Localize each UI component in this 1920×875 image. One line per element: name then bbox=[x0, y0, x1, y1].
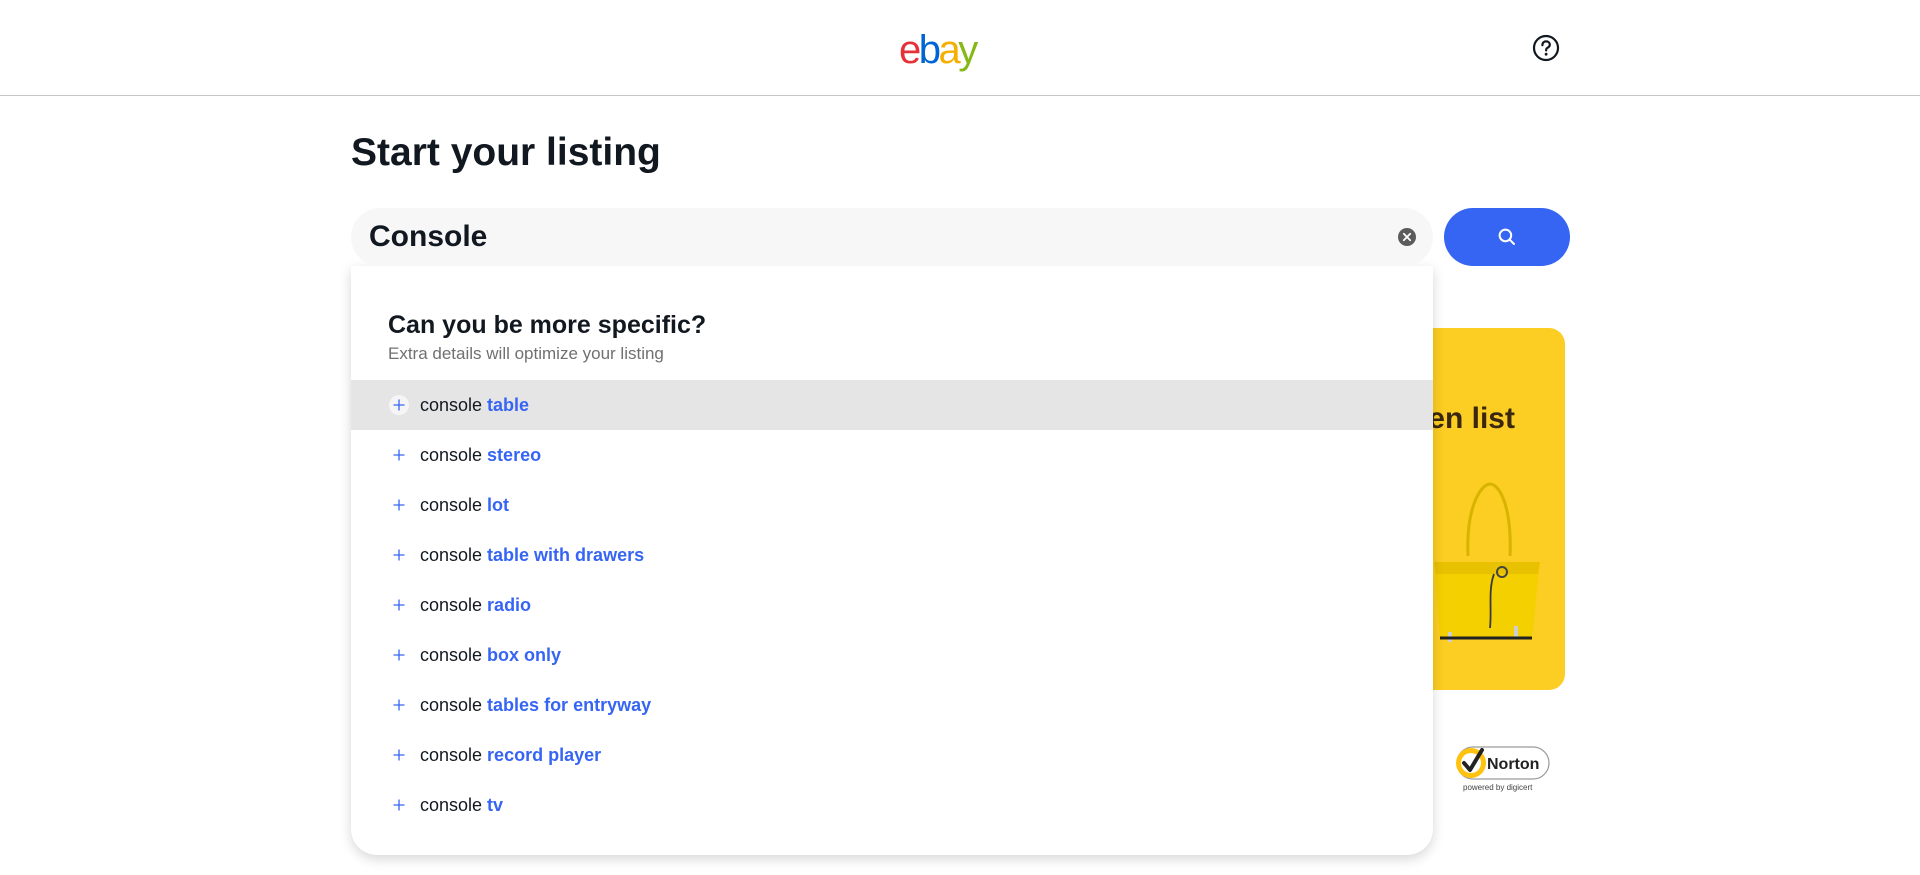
suggestion-label: console stereo bbox=[420, 444, 541, 466]
ebay-logo[interactable]: ebay bbox=[899, 28, 978, 72]
suggestion-refinement: radio bbox=[487, 595, 532, 615]
logo-letter-a: a bbox=[938, 28, 961, 72]
plus-icon bbox=[389, 595, 409, 615]
suggestion-label: console record player bbox=[420, 744, 601, 766]
plus-icon bbox=[389, 495, 409, 515]
suggestion-list: console table console stereo console lot… bbox=[351, 380, 1433, 830]
suggestion-label: console lot bbox=[420, 494, 509, 516]
search-box bbox=[351, 208, 1433, 266]
suggestion-item[interactable]: console box only bbox=[351, 630, 1433, 680]
suggestion-item[interactable]: console table bbox=[351, 380, 1433, 430]
suggestion-refinement: table with drawers bbox=[487, 545, 645, 565]
norton-wordmark: Norton bbox=[1487, 756, 1539, 773]
norton-tagline: powered by digicert bbox=[1463, 783, 1533, 792]
suggestion-label: console radio bbox=[420, 594, 531, 616]
suggestion-label: console tv bbox=[420, 794, 503, 816]
suggestion-base-term: console bbox=[420, 395, 488, 415]
suggestion-base-term: console bbox=[420, 645, 488, 665]
plus-icon bbox=[389, 395, 409, 415]
suggestion-label: console table with drawers bbox=[420, 544, 644, 566]
plus-icon bbox=[389, 545, 409, 565]
plus-icon bbox=[389, 795, 409, 815]
suggestion-base-term: console bbox=[420, 445, 488, 465]
suggestion-item[interactable]: console tv bbox=[351, 780, 1433, 830]
plus-icon bbox=[389, 645, 409, 665]
suggestion-refinement: stereo bbox=[487, 445, 542, 465]
suggestion-refinement: tables for entryway bbox=[487, 695, 652, 715]
suggestions-dropdown: Can you be more specific? Extra details … bbox=[351, 266, 1433, 855]
suggestion-item[interactable]: console table with drawers bbox=[351, 530, 1433, 580]
suggestion-label: console box only bbox=[420, 644, 561, 666]
logo-letter-y: y bbox=[958, 28, 978, 72]
dropdown-subtitle: Extra details will optimize your listing bbox=[388, 344, 664, 363]
suggestion-base-term: console bbox=[420, 795, 488, 815]
suggestion-base-term: console bbox=[420, 495, 488, 515]
norton-logo-icon: Norton powered by digicert bbox=[1456, 746, 1550, 792]
plus-icon bbox=[389, 445, 409, 465]
suggestion-refinement: lot bbox=[487, 495, 510, 515]
plus-icon bbox=[389, 695, 409, 715]
search-button[interactable] bbox=[1444, 208, 1570, 266]
search-icon bbox=[1498, 228, 1515, 245]
suggestion-refinement: table bbox=[487, 395, 530, 415]
plus-icon bbox=[389, 745, 409, 765]
suggestion-refinement: box only bbox=[487, 645, 562, 665]
site-header: ebay bbox=[0, 0, 1920, 96]
suggestion-item[interactable]: console record player bbox=[351, 730, 1433, 780]
clear-circle-icon bbox=[1398, 228, 1416, 246]
suggestion-refinement: tv bbox=[487, 795, 504, 815]
suggestion-base-term: console bbox=[420, 595, 488, 615]
norton-trust-badge[interactable]: Norton powered by digicert bbox=[1449, 737, 1553, 793]
suggestion-base-term: console bbox=[420, 745, 488, 765]
handbag-image bbox=[1434, 482, 1540, 642]
logo-letter-e: e bbox=[899, 28, 921, 72]
suggestion-label: console tables for entryway bbox=[420, 694, 651, 716]
suggestion-label: console table bbox=[420, 394, 529, 416]
page-title: Start your listing bbox=[351, 131, 661, 174]
question-circle-icon bbox=[1532, 34, 1560, 62]
suggestion-item[interactable]: console lot bbox=[351, 480, 1433, 530]
search-input[interactable] bbox=[369, 216, 1369, 258]
logo-letter-b: b bbox=[918, 28, 941, 72]
suggestion-item[interactable]: console tables for entryway bbox=[351, 680, 1433, 730]
suggestion-refinement: record player bbox=[487, 745, 602, 765]
dropdown-title: Can you be more specific? bbox=[388, 311, 707, 339]
help-button[interactable] bbox=[1532, 34, 1560, 62]
suggestion-base-term: console bbox=[420, 545, 488, 565]
suggestion-base-term: console bbox=[420, 695, 488, 715]
suggestion-item[interactable]: console radio bbox=[351, 580, 1433, 630]
clear-search-button[interactable] bbox=[1398, 228, 1416, 246]
suggestion-item[interactable]: console stereo bbox=[351, 430, 1433, 480]
